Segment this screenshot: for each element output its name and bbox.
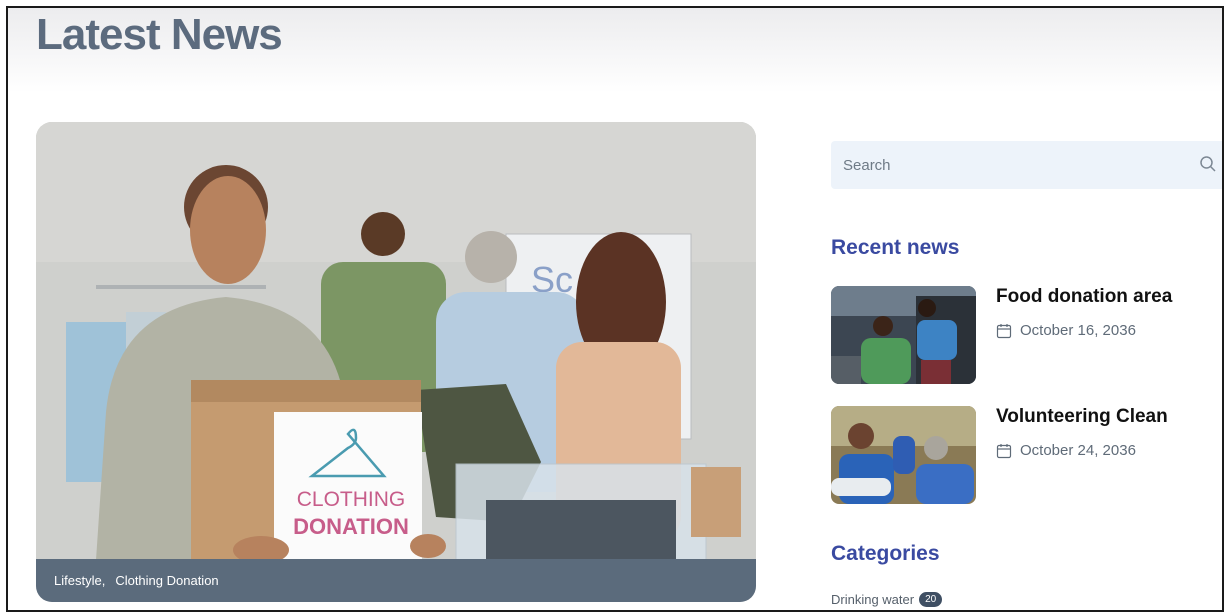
- category-link-lifestyle[interactable]: Lifestyle,: [54, 573, 105, 588]
- category-count-badge: 20: [919, 592, 943, 607]
- recent-news-date: October 16, 2036: [996, 322, 1136, 339]
- recent-news-item: Food donation area October 16, 2036: [831, 286, 1221, 384]
- recent-news-title[interactable]: Food donation area: [996, 286, 1172, 308]
- search-box: [831, 141, 1222, 189]
- categories-heading: Categories: [831, 542, 940, 565]
- category-item-drinking-water[interactable]: Drinking water 20: [831, 592, 943, 607]
- featured-post[interactable]: Sc CLOTHING DONATION Lifestyle, Clothing…: [36, 122, 756, 602]
- calendar-icon: [996, 443, 1012, 458]
- recent-news-date-text: October 24, 2036: [1020, 442, 1136, 459]
- recent-news-date-text: October 16, 2036: [1020, 322, 1136, 339]
- category-link-clothing-donation[interactable]: Clothing Donation: [115, 573, 218, 588]
- search-icon[interactable]: [1199, 155, 1217, 173]
- recent-news-title[interactable]: Volunteering Clean: [996, 406, 1168, 428]
- recent-news-item: Volunteering Clean October 24, 2036: [831, 406, 1221, 504]
- recent-news-thumbnail[interactable]: [831, 286, 976, 384]
- featured-category-bar: Lifestyle, Clothing Donation: [36, 559, 756, 602]
- search-input[interactable]: [831, 141, 1222, 189]
- featured-image[interactable]: Sc CLOTHING DONATION: [36, 122, 756, 560]
- recent-news-heading: Recent news: [831, 236, 960, 259]
- category-name: Drinking water: [831, 592, 915, 607]
- page-title: Latest News: [36, 10, 283, 59]
- recent-news-date: October 24, 2036: [996, 442, 1136, 459]
- calendar-icon: [996, 323, 1012, 338]
- box-label-line1: CLOTHING: [297, 488, 406, 511]
- page-frame: Latest News Sc CLOTHING DONATION Lifesty…: [6, 6, 1224, 612]
- box-label-line2: DONATION: [293, 514, 409, 539]
- recent-news-thumbnail[interactable]: [831, 406, 976, 504]
